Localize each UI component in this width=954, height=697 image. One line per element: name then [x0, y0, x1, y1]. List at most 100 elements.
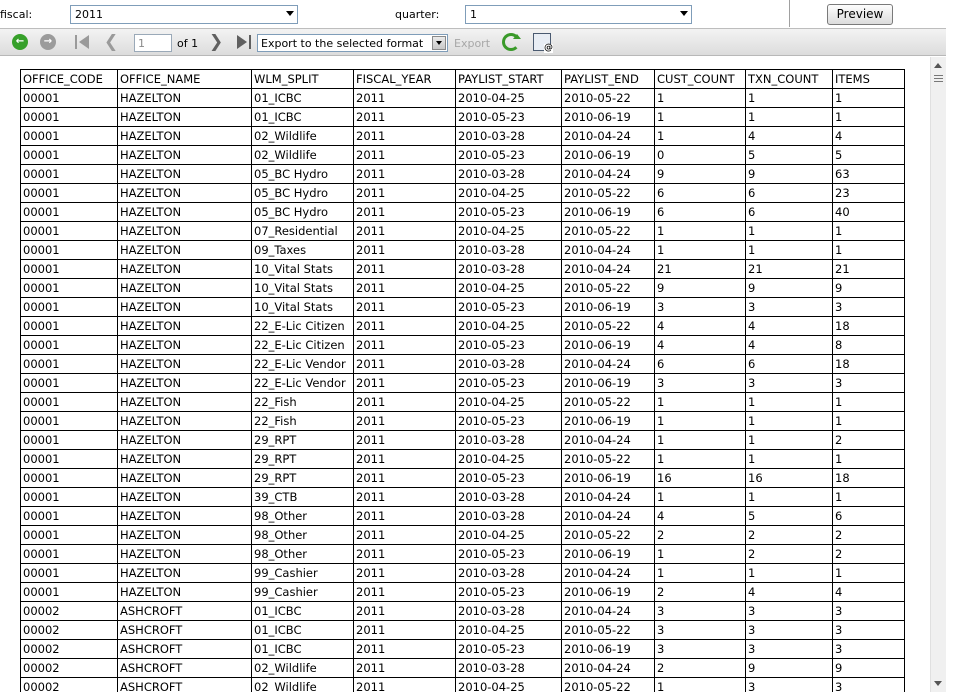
table-cell: HAZELTON	[117, 145, 252, 165]
table-cell: 00001	[20, 259, 118, 279]
table-cell: 3	[745, 677, 833, 692]
table-cell: HAZELTON	[117, 392, 252, 412]
table-cell: 2011	[353, 183, 456, 203]
table-cell: 6	[832, 506, 905, 526]
table-cell: 22_E-Lic Citizen	[251, 335, 354, 355]
table-cell: 3	[832, 297, 905, 317]
table-cell: 2011	[353, 620, 456, 640]
table-cell: HAZELTON	[117, 525, 252, 545]
table-cell: 2010-04-24	[561, 259, 655, 279]
table-cell: ASHCROFT	[117, 620, 252, 640]
table-cell: 2010-04-25	[455, 525, 562, 545]
table-cell: 2010-05-22	[561, 183, 655, 203]
table-cell: 2010-03-28	[455, 259, 562, 279]
preview-button[interactable]: Preview	[827, 4, 893, 25]
table-cell: 4	[745, 316, 833, 336]
table-cell: 2010-05-22	[561, 677, 655, 692]
table-cell: 2011	[353, 373, 456, 393]
scroll-down-icon[interactable]	[934, 681, 942, 686]
column-header: PAYLIST_START	[455, 69, 562, 89]
scrollbar-thumb[interactable]	[933, 73, 944, 87]
table-cell: 00001	[20, 335, 118, 355]
table-cell: 2010-04-24	[561, 240, 655, 260]
table-cell: 1	[654, 240, 746, 260]
table-cell: 2	[654, 658, 746, 678]
table-row: 00001 HAZELTON 22_E-Lic Citizen 2011 2010-04…	[20, 316, 905, 336]
refresh-icon[interactable]	[502, 33, 521, 51]
table-cell: 2011	[353, 430, 456, 450]
table-cell: 2010-06-19	[561, 639, 655, 659]
quarter-select[interactable]: 1	[465, 5, 692, 24]
table-cell: 3	[832, 620, 905, 640]
table-cell: 4	[832, 582, 905, 602]
table-cell: 22_E-Lic Citizen	[251, 316, 354, 336]
table-cell: 9	[654, 278, 746, 298]
table-cell: 00001	[20, 126, 118, 146]
table-cell: 3	[832, 677, 905, 692]
table-cell: 00001	[20, 392, 118, 412]
table-cell: 2	[832, 544, 905, 564]
table-cell: 1	[654, 430, 746, 450]
table-cell: 2010-06-19	[561, 335, 655, 355]
table-cell: 98_Other	[251, 544, 354, 564]
table-cell: 2011	[353, 240, 456, 260]
table-cell: 1	[745, 221, 833, 241]
last-page-icon[interactable]	[236, 34, 253, 50]
table-cell: 2011	[353, 506, 456, 526]
table-cell: 2010-05-23	[455, 582, 562, 602]
table-cell: 29_RPT	[251, 430, 354, 450]
table-cell: 1	[745, 487, 833, 507]
table-cell: 1	[832, 221, 905, 241]
table-cell: 6	[654, 354, 746, 374]
forward-icon[interactable]: →	[40, 34, 56, 50]
export-format-select[interactable]: Export to the selected format	[257, 34, 448, 52]
page-number-input[interactable]: 1	[134, 34, 172, 52]
table-cell: 39_CTB	[251, 487, 354, 507]
table-cell: 21	[832, 259, 905, 279]
table-cell: 2010-03-28	[455, 601, 562, 621]
table-cell: HAZELTON	[117, 430, 252, 450]
table-cell: 2010-04-25	[455, 316, 562, 336]
table-cell: 1	[745, 392, 833, 412]
back-icon[interactable]: ←	[12, 34, 28, 50]
table-row: 00001 HAZELTON 39_CTB 2011 2010-03-28 2010-04…	[20, 487, 905, 507]
table-cell: 9	[832, 278, 905, 298]
table-cell: 2010-05-23	[455, 107, 562, 127]
vertical-scrollbar[interactable]	[930, 57, 946, 692]
export-button[interactable]: Export	[454, 37, 490, 50]
table-cell: 2010-04-25	[455, 620, 562, 640]
table-cell: 8	[832, 335, 905, 355]
chevron-down-icon	[286, 11, 294, 16]
table-row: 00001 HAZELTON 98_Other 2011 2010-04-25 2010-…	[20, 525, 905, 545]
table-row: 00001 HAZELTON 22_E-Lic Citizen 2011 2010-05…	[20, 335, 905, 355]
table-cell: ASHCROFT	[117, 639, 252, 659]
table-cell: 1	[832, 563, 905, 583]
table-row: 00001 HAZELTON 29_RPT 2011 2010-03-28 2010-04…	[20, 430, 905, 450]
table-cell: HAZELTON	[117, 259, 252, 279]
print-icon[interactable]: @	[533, 33, 553, 53]
previous-page-icon[interactable]: ❮	[104, 32, 118, 52]
table-row: 00001 HAZELTON 09_Taxes 2011 2010-03-28 2010-…	[20, 240, 905, 260]
table-cell: 02_Wildlife	[251, 126, 354, 146]
first-page-icon[interactable]	[74, 34, 91, 50]
table-cell: 1	[654, 563, 746, 583]
table-cell: 00001	[20, 297, 118, 317]
table-cell: HAZELTON	[117, 354, 252, 374]
table-cell: 01_ICBC	[251, 601, 354, 621]
quarter-label: quarter:	[395, 8, 440, 21]
next-page-icon[interactable]: ❯	[209, 32, 223, 52]
table-cell: 2011	[353, 221, 456, 241]
table-cell: 2011	[353, 88, 456, 108]
export-format-value: Export to the selected format	[261, 37, 424, 50]
table-cell: 1	[745, 411, 833, 431]
report-viewer: OFFICE_CODE OFFICE_NAME WLM_SPLIT FISCAL_YE…	[0, 57, 928, 692]
fiscal-select[interactable]: 2011	[70, 5, 298, 24]
table-cell: 2010-03-28	[455, 164, 562, 184]
table-cell: 1	[654, 487, 746, 507]
table-cell: 2010-04-24	[561, 126, 655, 146]
table-cell: ASHCROFT	[117, 601, 252, 621]
scroll-up-icon[interactable]	[934, 63, 942, 68]
table-cell: 2011	[353, 335, 456, 355]
table-cell: 2010-04-25	[455, 278, 562, 298]
table-cell: 2010-03-28	[455, 354, 562, 374]
